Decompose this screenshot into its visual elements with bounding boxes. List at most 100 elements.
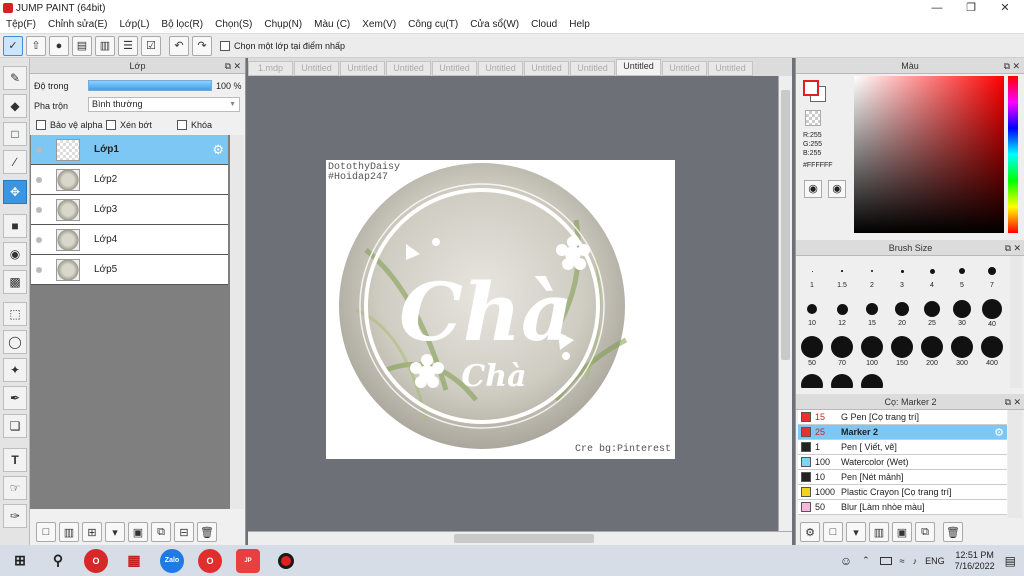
- visibility-icon[interactable]: [36, 236, 42, 243]
- bucket-tool-icon[interactable]: ◉: [3, 242, 27, 266]
- brush-size-option[interactable]: 50: [798, 336, 826, 367]
- speaker-icon[interactable]: ♪: [913, 556, 918, 566]
- menu-edit[interactable]: Chỉnh sửa(E): [42, 19, 114, 30]
- brush-item[interactable]: 25 Marker 2 ⚙: [798, 425, 1007, 440]
- brush-item[interactable]: 50 Blur [Làm nhòe màu]: [798, 500, 1007, 515]
- rectangle-tool-icon[interactable]: □: [3, 122, 27, 146]
- gear-icon[interactable]: ⚙: [994, 426, 1004, 439]
- brush-item[interactable]: 10 Pen [Nét mảnh]: [798, 470, 1007, 485]
- lock-checkbox[interactable]: [177, 120, 187, 130]
- brush-settings-icon[interactable]: ⚙: [800, 522, 820, 542]
- brush-menu-icon[interactable]: ▾: [846, 522, 866, 542]
- brush-size-dot[interactable]: [861, 374, 883, 388]
- tab-doc[interactable]: Untitled: [570, 61, 615, 76]
- brush-size-dot[interactable]: [801, 374, 823, 388]
- line-tool-icon[interactable]: ∕: [3, 150, 27, 174]
- brush-size-option[interactable]: 200: [918, 336, 946, 367]
- brush-size-option[interactable]: 25: [918, 298, 946, 327]
- tab-doc[interactable]: 1.mdp: [248, 61, 293, 76]
- brush-size-dot[interactable]: [831, 374, 853, 388]
- language-indicator[interactable]: ENG: [925, 556, 945, 566]
- notification-icon[interactable]: ▤: [1005, 554, 1016, 568]
- jump-paint-icon[interactable]: JP: [236, 548, 260, 573]
- duplicate-icon[interactable]: ⧉: [151, 522, 171, 542]
- brush-size-scrollbar[interactable]: [1010, 256, 1022, 388]
- opacity-slider[interactable]: [88, 80, 212, 91]
- panel-close-icon[interactable]: ✕: [233, 58, 241, 74]
- new-folder-layer-icon[interactable]: ▥: [59, 522, 79, 542]
- foreground-color-swatch[interactable]: [803, 80, 819, 96]
- visibility-icon[interactable]: [36, 176, 42, 183]
- zalo-icon[interactable]: Zalo: [160, 548, 184, 573]
- menu-filter[interactable]: Bộ lọc(R): [155, 19, 209, 30]
- opera-icon[interactable]: O: [84, 548, 108, 573]
- lasso-icon[interactable]: ◯: [3, 330, 27, 354]
- clipping-checkbox[interactable]: [106, 120, 116, 130]
- menu-capture[interactable]: Chụp(N): [258, 19, 308, 30]
- export-icon[interactable]: ⇧: [26, 35, 46, 56]
- select-rect-icon[interactable]: ⬚: [3, 302, 27, 326]
- tab-doc-active[interactable]: Untitled: [616, 59, 661, 76]
- panel-close-icon[interactable]: ✕: [1012, 58, 1020, 74]
- undo-icon[interactable]: ↶: [169, 35, 189, 56]
- hue-slider[interactable]: [1008, 76, 1018, 233]
- brush-tool-icon[interactable]: ✎: [3, 66, 27, 90]
- navigation-tool-icon[interactable]: ☞: [3, 476, 27, 500]
- menu-help[interactable]: Help: [563, 19, 596, 30]
- folder-icon[interactable]: ▣: [128, 522, 148, 542]
- select-pen-icon[interactable]: ✒: [3, 386, 27, 410]
- menu-cloud[interactable]: Cloud: [525, 19, 563, 30]
- brush-size-option[interactable]: 4: [918, 260, 946, 289]
- brush-size-option[interactable]: 30: [948, 298, 976, 327]
- brush-size-option[interactable]: 150: [888, 336, 916, 367]
- brush-item[interactable]: 1 Pen [ Viết, vẽ]: [798, 440, 1007, 455]
- panel-close-icon[interactable]: ✕: [1013, 394, 1021, 410]
- opera-gx-icon[interactable]: O: [198, 548, 222, 573]
- windows-start-icon[interactable]: ⊞: [8, 549, 32, 573]
- maximize-button[interactable]: ❐: [954, 0, 988, 16]
- vertical-scroll-thumb[interactable]: [781, 90, 790, 360]
- list-icon[interactable]: ☰: [118, 35, 138, 56]
- menu-color[interactable]: Màu (C): [308, 19, 356, 30]
- palette-icon[interactable]: ◉: [804, 180, 822, 198]
- new-brush-icon[interactable]: □: [823, 522, 843, 542]
- recording-icon[interactable]: [274, 548, 298, 573]
- move-tool-icon[interactable]: ✥: [3, 180, 27, 204]
- menu-window[interactable]: Cửa sổ(W): [464, 19, 525, 30]
- horizontal-scroll-thumb[interactable]: [454, 534, 594, 543]
- canvas[interactable]: Chà Chà DotothyDaisy #Hoidap247 Cre bg:P…: [326, 160, 675, 459]
- palette-edit-icon[interactable]: ◉: [828, 180, 846, 198]
- brush-size-option[interactable]: 10: [798, 298, 826, 327]
- brush-size-option[interactable]: 1.5: [828, 260, 856, 289]
- tab-doc[interactable]: Untitled: [524, 61, 569, 76]
- brush-size-option[interactable]: 70: [828, 336, 856, 367]
- people-icon[interactable]: ☺: [840, 554, 852, 568]
- eyedropper-tool-icon[interactable]: ✑: [3, 504, 27, 528]
- magic-wand-icon[interactable]: ✦: [3, 358, 27, 382]
- brush-size-option[interactable]: 12: [828, 298, 856, 327]
- new-layer-icon[interactable]: □: [36, 522, 56, 542]
- gradient-tool-icon[interactable]: ▩: [3, 270, 27, 294]
- detach-icon[interactable]: ⧉: [1005, 240, 1011, 256]
- copy-brush-icon[interactable]: ▥: [869, 522, 889, 542]
- detach-icon[interactable]: ⧉: [225, 58, 231, 74]
- visibility-icon[interactable]: [36, 266, 42, 273]
- battery-icon[interactable]: [879, 556, 892, 565]
- transparent-color-swatch[interactable]: [805, 110, 821, 126]
- redo-icon[interactable]: ↷: [192, 35, 212, 56]
- detach-icon[interactable]: ⧉: [1004, 58, 1010, 74]
- brush-item[interactable]: 1000 Plastic Crayon [Cọ trang trí]: [798, 485, 1007, 500]
- layer-menu-icon[interactable]: ▾: [105, 522, 125, 542]
- layer-row[interactable]: Lớp3: [31, 195, 228, 225]
- eraser-tool-icon[interactable]: ◆: [3, 94, 27, 118]
- trash-icon[interactable]: 🗑: [197, 522, 217, 542]
- horizontal-scrollbar[interactable]: [248, 531, 792, 545]
- menu-layer[interactable]: Lớp(L): [114, 19, 156, 30]
- select-layer-checkbox[interactable]: [220, 40, 230, 51]
- layer-row[interactable]: Lớp2: [31, 165, 228, 195]
- brush-folder-icon[interactable]: ▣: [892, 522, 912, 542]
- merge-icon[interactable]: ⊟: [174, 522, 194, 542]
- menu-tools[interactable]: Công cụ(T): [402, 19, 464, 30]
- brush-item[interactable]: 100 Watercolor (Wet): [798, 455, 1007, 470]
- brush-size-option[interactable]: 5: [948, 260, 976, 289]
